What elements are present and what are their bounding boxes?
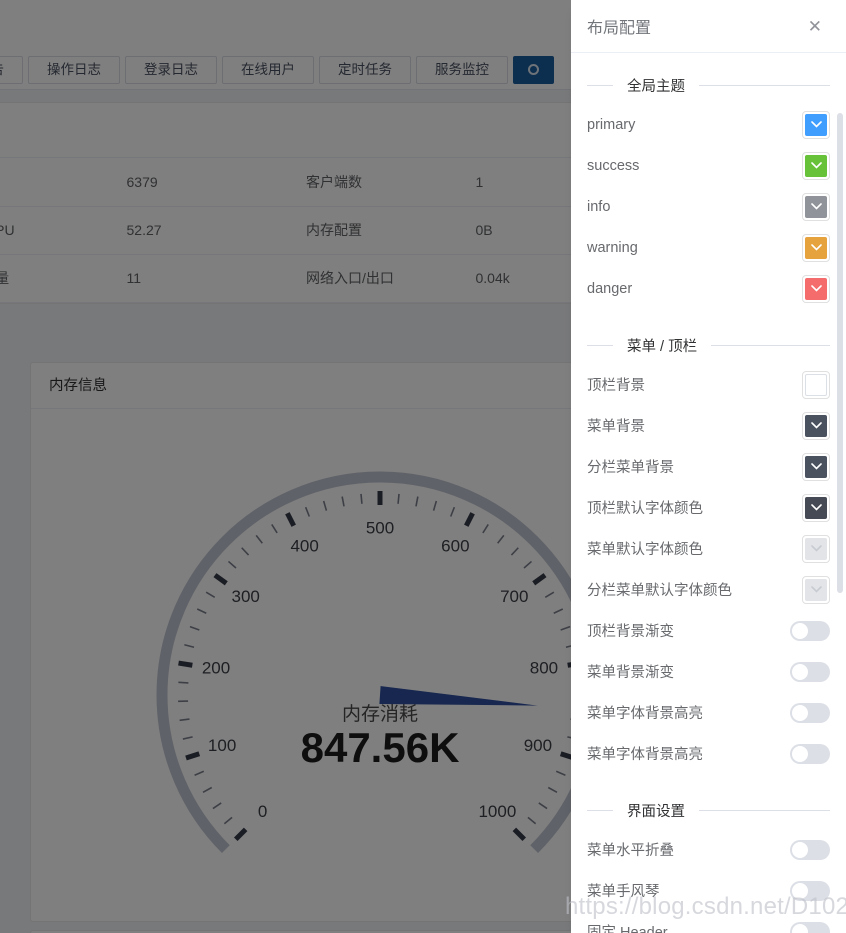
toggle-菜单字体背景高亮[interactable]: [790, 702, 830, 723]
setting-label: 菜单字体背景高亮: [587, 706, 703, 722]
color-picker-分栏菜单默认字体颜色[interactable]: [802, 575, 830, 604]
color-picker-success[interactable]: [802, 151, 830, 180]
drawer-header: 布局配置 ✕: [571, 0, 846, 53]
setting-row: warning: [587, 227, 830, 268]
setting-label: 分栏菜单背景: [587, 460, 674, 476]
color-swatch: [805, 537, 827, 560]
setting-label: success: [587, 157, 640, 174]
color-picker-菜单背景[interactable]: [802, 411, 830, 440]
toggle-knob: [792, 841, 808, 858]
setting-label: 菜单字体背景高亮: [587, 747, 703, 763]
setting-row: 分栏菜单默认字体颜色: [587, 569, 830, 610]
setting-row: 分栏菜单背景: [587, 446, 830, 487]
setting-row: 菜单水平折叠: [587, 829, 830, 870]
color-picker-danger[interactable]: [802, 274, 830, 303]
toggle-knob: [792, 745, 808, 762]
setting-label: danger: [587, 280, 633, 297]
divider-line: [711, 345, 830, 346]
toggle-knob: [792, 704, 808, 721]
setting-row: 顶栏背景渐变: [587, 610, 830, 651]
section-title: 全局主题: [627, 79, 685, 95]
divider-line: [587, 85, 613, 86]
color-swatch: [805, 496, 827, 519]
color-swatch: [805, 277, 827, 300]
toggle-knob: [792, 882, 808, 899]
setting-label: 菜单手风琴: [587, 884, 660, 900]
toggle-菜单水平折叠[interactable]: [790, 839, 830, 860]
divider-line: [587, 345, 613, 346]
color-picker-primary[interactable]: [802, 110, 830, 139]
toggle-菜单背景渐变[interactable]: [790, 661, 830, 682]
setting-label: primary: [587, 116, 636, 133]
color-picker-分栏菜单背景[interactable]: [802, 452, 830, 481]
drawer-body: 全局主题 primary success info warning danger 菜单 / …: [571, 53, 846, 933]
setting-label: info: [587, 198, 611, 215]
color-swatch: [805, 578, 827, 601]
setting-row: 菜单手风琴: [587, 870, 830, 911]
setting-row: 顶栏背景: [587, 364, 830, 405]
setting-row: 菜单字体背景高亮: [587, 692, 830, 733]
setting-label: 顶栏背景渐变: [587, 624, 674, 640]
setting-label: 菜单背景渐变: [587, 665, 674, 681]
setting-row: 菜单背景: [587, 405, 830, 446]
toggle-顶栏背景渐变[interactable]: [790, 620, 830, 641]
setting-row: success: [587, 145, 830, 186]
divider-line: [699, 810, 830, 811]
drawer-title: 布局配置: [587, 20, 652, 37]
setting-label: 菜单水平折叠: [587, 843, 674, 859]
color-picker-菜单默认字体颜色[interactable]: [802, 534, 830, 563]
setting-label: 顶栏背景: [587, 378, 645, 394]
section-title: 界面设置: [627, 804, 685, 820]
section-title: 菜单 / 顶栏: [627, 339, 698, 355]
toggle-knob: [792, 663, 808, 680]
color-swatch: [805, 373, 827, 396]
section-divider: 界面设置: [587, 800, 830, 821]
divider-line: [587, 810, 613, 811]
setting-row: info: [587, 186, 830, 227]
setting-row: primary: [587, 104, 830, 145]
setting-row: 菜单默认字体颜色: [587, 528, 830, 569]
toggle-菜单字体背景高亮[interactable]: [790, 743, 830, 764]
setting-label: 固定 Header: [587, 925, 668, 933]
color-picker-顶栏默认字体颜色[interactable]: [802, 493, 830, 522]
setting-label: warning: [587, 239, 638, 256]
toggle-菜单手风琴[interactable]: [790, 880, 830, 901]
setting-row: danger: [587, 268, 830, 309]
setting-row: 菜单字体背景高亮: [587, 733, 830, 774]
setting-row: 固定 Header: [587, 911, 830, 933]
divider-line: [699, 85, 830, 86]
close-icon[interactable]: ✕: [804, 16, 826, 37]
toggle-knob: [792, 622, 808, 639]
color-swatch: [805, 195, 827, 218]
color-swatch: [805, 455, 827, 478]
color-picker-info[interactable]: [802, 192, 830, 221]
color-swatch: [805, 236, 827, 259]
setting-row: 菜单背景渐变: [587, 651, 830, 692]
setting-label: 分栏菜单默认字体颜色: [587, 583, 732, 599]
toggle-knob: [792, 923, 808, 933]
color-swatch: [805, 154, 827, 177]
color-picker-顶栏背景[interactable]: [802, 370, 830, 399]
setting-label: 菜单背景: [587, 419, 645, 435]
setting-label: 顶栏默认字体颜色: [587, 501, 703, 517]
section-divider: 全局主题: [587, 75, 830, 96]
color-picker-warning[interactable]: [802, 233, 830, 262]
drawer-scrollbar[interactable]: [837, 113, 843, 593]
drawer-scroll-area[interactable]: 全局主题 primary success info warning danger 菜单 / …: [571, 53, 846, 933]
color-swatch: [805, 113, 827, 136]
section-divider: 菜单 / 顶栏: [587, 335, 830, 356]
screen: 中 公告 操作日志 登录日志 在线用户 定时任务 服务监控 端口 6379 客: [0, 0, 846, 933]
color-swatch: [805, 414, 827, 437]
layout-settings-drawer: 布局配置 ✕ 全局主题 primary success info warning dang…: [571, 0, 846, 933]
setting-label: 菜单默认字体颜色: [587, 542, 703, 558]
toggle-固定 Header[interactable]: [790, 921, 830, 933]
setting-row: 顶栏默认字体颜色: [587, 487, 830, 528]
